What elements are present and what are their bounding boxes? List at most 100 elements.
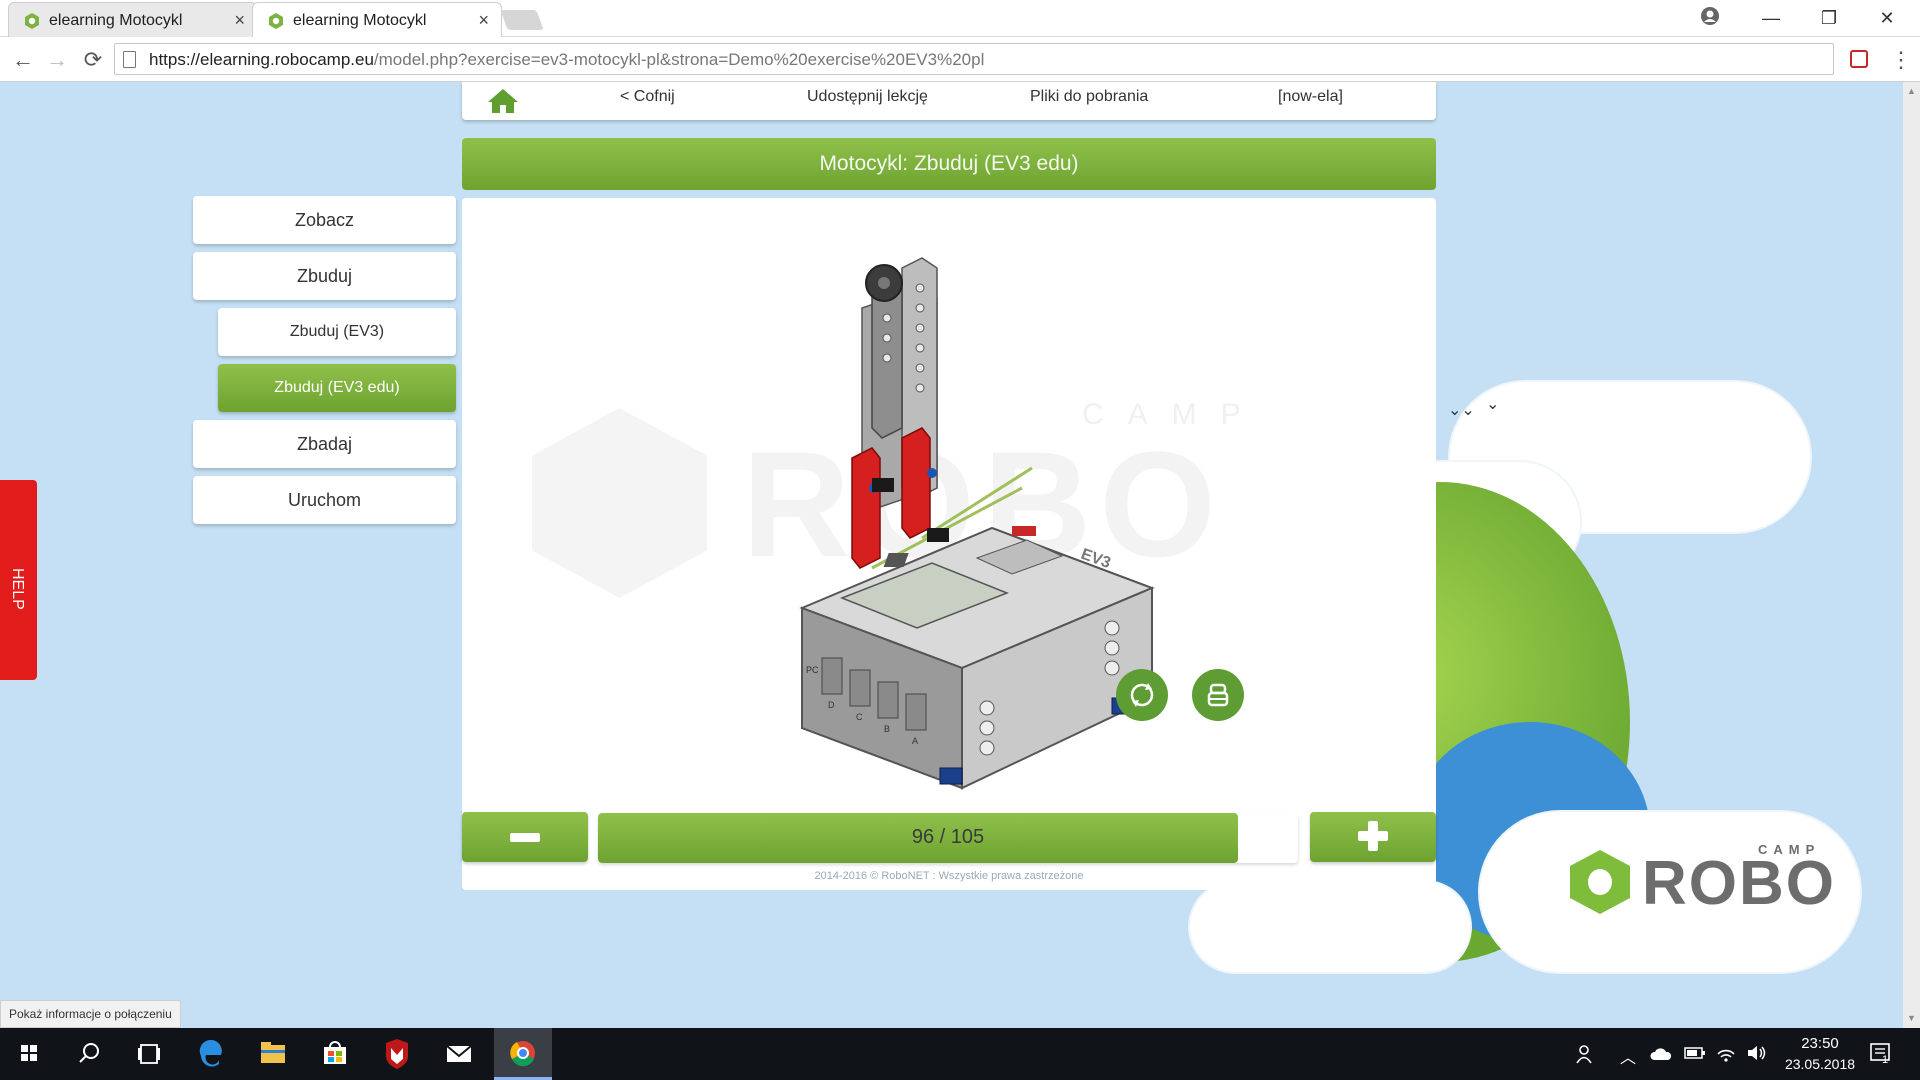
scroll-up-icon[interactable]: ▲ [1906,86,1917,97]
minus-icon [510,833,540,842]
clock-time[interactable]: 23:50 [1790,1035,1850,1052]
windows-taskbar: ︿ 23:50 23.05.2018 1 [0,1028,1920,1080]
edge-icon [199,1039,222,1067]
brick-parts-icon [1207,683,1229,707]
forward-arrow-icon[interactable]: → [42,45,72,75]
store-bag-icon [324,1041,346,1064]
url-host: https://elearning.robocamp.eu [149,50,374,69]
user-link[interactable]: [now-ela] [1278,88,1343,106]
extension-shield-icon[interactable] [1850,50,1868,68]
side-menu-zbuduj-ev3[interactable]: Zbuduj (EV3) [218,308,456,356]
minimize-button[interactable]: — [1756,4,1786,32]
connection-info-tooltip: Pokaż informacje o połączeniu [0,1000,181,1028]
port-label: A [912,736,918,746]
lesson-top-nav: < Cofnij Udostępnij lekcję Pliki do pobr… [462,82,1436,120]
page-title: Motocykl: Zbuduj (EV3 edu) [462,138,1436,190]
restore-button[interactable]: ❐ [1814,4,1844,32]
port-label: D [828,700,835,710]
back-arrow-icon[interactable]: ← [8,45,38,75]
robocamp-hexagon-icon [1570,850,1630,914]
search-icon [79,1043,99,1063]
mail-button[interactable] [430,1028,488,1080]
port-label: B [884,724,890,734]
share-lesson-link[interactable]: Udostępnij lekcję [807,88,928,106]
edge-button[interactable] [182,1028,240,1080]
clock-date[interactable]: 23.05.2018 [1775,1056,1865,1072]
rotate-model-button[interactable] [1116,669,1168,721]
home-icon[interactable] [486,87,520,115]
tab-title: elearning Motocykl [293,12,427,29]
wifi-icon[interactable] [1716,1044,1736,1062]
scroll-down-icon[interactable]: ▼ [1906,1013,1917,1024]
next-step-button[interactable] [1310,812,1436,862]
back-link[interactable]: < Cofnij [620,88,675,106]
help-button[interactable]: HELP [0,480,37,680]
start-button[interactable] [0,1028,58,1080]
side-menu-zbadaj[interactable]: Zbadaj [193,420,456,468]
new-tab-button[interactable] [500,10,544,30]
page-viewport: ⌄⌄ ⌄ CAMP ROBO < Cofnij Udostępnij lekcj… [0,82,1920,1028]
address-bar[interactable]: https://elearning.robocamp.eu/model.php?… [114,43,1834,75]
chrome-button[interactable] [494,1028,552,1080]
people-icon[interactable] [1576,1044,1596,1064]
browser-tab-1[interactable]: elearning Motocykl × [8,2,258,37]
side-menu-zbuduj-ev3-edu[interactable]: Zbuduj (EV3 edu) [218,364,456,412]
robocamp-favicon-icon [269,13,283,29]
close-window-button[interactable]: ✕ [1872,4,1902,32]
parts-list-button[interactable] [1192,669,1244,721]
help-label: HELP [9,568,26,610]
notifications-icon [1870,1043,1890,1061]
step-progress-bar: 96 / 105 [598,813,1298,863]
battery-icon[interactable] [1684,1046,1706,1060]
file-explorer-button[interactable] [244,1028,302,1080]
downloads-link[interactable]: Pliki do pobrania [1030,88,1148,106]
port-label: C [856,712,863,722]
plus-icon [1368,821,1378,851]
side-menu-uruchom[interactable]: Uruchom [193,476,456,524]
reload-icon[interactable]: ⟳ [78,45,108,75]
side-menu-zobacz[interactable]: Zobacz [193,196,456,244]
logo-robo-text: ROBO [1642,849,1836,918]
rotate-icon [1130,683,1154,707]
model-viewer[interactable]: CAMP ROBO EV3 PC D C B A [462,198,1436,890]
side-menu-zbuduj[interactable]: Zbuduj [193,252,456,300]
browser-tab-strip: elearning Motocykl × elearning Motocykl … [0,0,1920,37]
search-button[interactable] [60,1028,118,1080]
url-text[interactable]: https://elearning.robocamp.eu/model.php?… [149,50,984,70]
page-info-icon[interactable] [123,51,136,68]
url-path: /model.php?exercise=ev3-motocykl-pl&stro… [373,50,985,69]
chrome-icon [510,1041,535,1067]
bird-icon: ⌄ [1486,396,1500,413]
browser-toolbar: ← → ⟳ https://elearning.robocamp.eu/mode… [0,37,1920,82]
bird-icon: ⌄⌄ [1448,402,1475,419]
folder-icon [261,1042,285,1063]
copyright-footer: 2014-2016 © RoboNET : Wszystkie prawa za… [814,870,1084,882]
windows-logo-icon [21,1045,37,1061]
robocamp-favicon-icon [25,13,39,29]
ev3-model-illustration: EV3 PC D C B A [799,257,1155,790]
previous-step-button[interactable] [462,812,588,862]
action-center-button[interactable]: 1 [1868,1040,1894,1068]
mail-icon [446,1045,472,1062]
robocamp-logo: CAMP ROBO [1570,842,1870,932]
port-label: PC [806,665,819,675]
profile-icon[interactable] [1700,6,1720,26]
tab-close-icon[interactable]: × [478,10,489,31]
show-hidden-icons-chevron-icon[interactable]: ︿ [1620,1044,1636,1068]
browser-menu-icon[interactable]: ⋮ [1890,45,1912,75]
onedrive-cloud-icon[interactable] [1650,1046,1672,1062]
task-view-icon [138,1044,160,1064]
volume-icon[interactable] [1746,1044,1768,1062]
tab-close-icon[interactable]: × [234,10,245,31]
step-counter: 96 / 105 [911,826,985,848]
mcafee-shield-icon [386,1039,408,1069]
notification-count: 1 [1882,1054,1889,1066]
task-view-button[interactable] [120,1028,178,1080]
page-scrollbar[interactable]: ▲ ▼ [1903,82,1920,1028]
browser-tab-2[interactable]: elearning Motocykl × [252,2,502,37]
tab-title: elearning Motocykl [49,12,183,29]
mcafee-button[interactable] [368,1028,426,1080]
store-button[interactable] [306,1028,364,1080]
background-cloud [1190,882,1470,972]
watermark-hexagon [532,408,707,598]
